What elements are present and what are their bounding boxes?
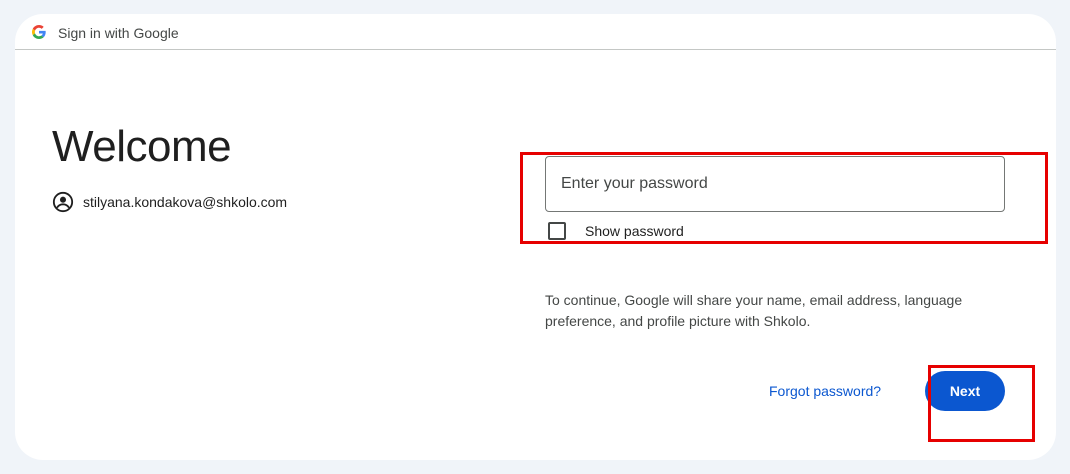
page-title: Welcome [52,122,232,171]
google-g-icon [32,25,46,39]
next-button[interactable]: Next [925,371,1005,411]
password-input[interactable] [545,156,1005,212]
header-bar: Sign in with Google [15,14,1056,50]
account-email: stilyana.kondakova@shkolo.com [83,194,288,210]
show-password-checkbox[interactable] [548,222,566,240]
forgot-password-link[interactable]: Forgot password? [769,383,881,399]
show-password-toggle[interactable]: Show password [548,222,684,240]
account-chip[interactable]: stilyana.kondakova@shkolo.com [52,191,287,213]
show-password-label: Show password [585,223,684,239]
sign-in-card: Sign in with Google Welcome stilyana.kon… [15,14,1056,460]
account-circle-icon [52,191,74,213]
header-title: Sign in with Google [58,25,179,41]
data-sharing-disclosure: To continue, Google will share your name… [545,292,963,329]
